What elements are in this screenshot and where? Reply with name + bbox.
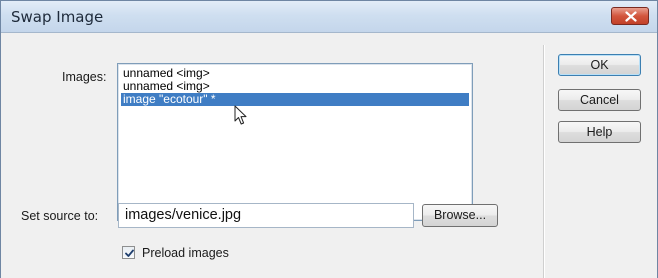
button-column-divider [543, 45, 545, 278]
list-item-selected[interactable]: image "ecotour" * [121, 93, 469, 106]
mouse-pointer-icon [234, 105, 247, 125]
swap-image-dialog: Swap Image Images: unnamed <img> unnamed … [0, 0, 658, 278]
browse-button[interactable]: Browse... [422, 204, 498, 227]
source-input[interactable]: images/venice.jpg [118, 203, 414, 228]
cancel-button[interactable]: Cancel [558, 89, 641, 111]
set-source-label: Set source to: [21, 209, 99, 223]
preload-images-checkbox[interactable] [122, 246, 135, 259]
images-list: unnamed <img> unnamed <img> image "ecotour… [121, 67, 469, 106]
dialog-body: Images: unnamed <img> unnamed <img> image … [1, 33, 657, 278]
dialog-title: Swap Image [11, 8, 104, 26]
images-label: Images: [62, 70, 107, 84]
source-input-value: images/venice.jpg [125, 207, 242, 223]
ok-button[interactable]: OK [558, 54, 641, 76]
close-button[interactable] [611, 7, 649, 25]
title-bar[interactable]: Swap Image [1, 1, 657, 33]
images-listbox[interactable]: unnamed <img> unnamed <img> image "ecotour… [117, 63, 473, 221]
checkmark-icon [125, 249, 134, 257]
close-icon [625, 11, 637, 22]
help-button[interactable]: Help [558, 121, 641, 143]
preload-images-label[interactable]: Preload images [142, 246, 229, 260]
